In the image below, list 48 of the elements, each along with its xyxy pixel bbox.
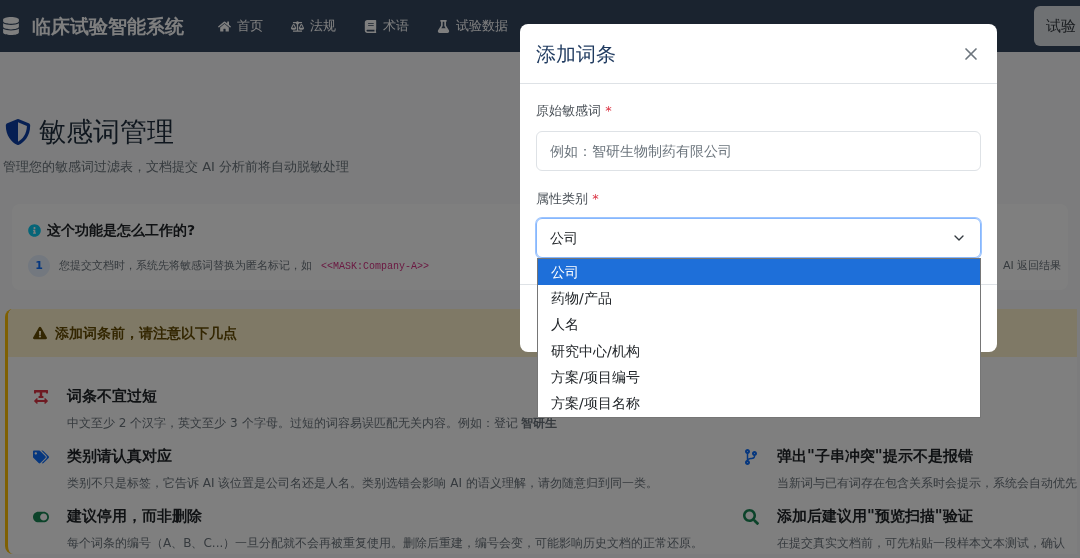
- dropdown-option[interactable]: 方案/项目名称: [538, 390, 980, 417]
- dropdown-option[interactable]: 研究中心/机构: [538, 337, 980, 365]
- nav-link[interactable]: 试验数据: [437, 16, 508, 36]
- step-text: AI 返回结果: [1003, 257, 1062, 274]
- mask-code: <<MASK:Company-A>>: [321, 259, 430, 274]
- input-field[interactable]: 例如：智研生物制药有限公司: [536, 130, 981, 171]
- tip-title: 添加后建议用"预览扫描"验证: [777, 506, 974, 527]
- nav-link[interactable]: 法规: [291, 16, 336, 36]
- nav-link[interactable]: 术语: [364, 16, 409, 36]
- trial-button[interactable]: 试验: [1034, 6, 1080, 46]
- branch-icon: [743, 449, 759, 465]
- info-icon: [28, 224, 41, 237]
- step-text: 您提交文档时，系统先将敏感词替换为匿名标记，如: [59, 257, 312, 274]
- select-field[interactable]: 公司: [536, 218, 981, 258]
- tip-title: 建议停用，而非删除: [67, 506, 203, 527]
- flask-icon: [437, 19, 450, 33]
- page-subtitle: 管理您的敏感词过滤表，文档提交 AI 分析前将自动脱敏处理: [3, 157, 350, 176]
- dropdown-option[interactable]: 公司: [538, 259, 980, 286]
- dropdown-option[interactable]: 方案/项目编号: [538, 364, 980, 391]
- info-title: 这个功能是怎么工作的?: [47, 221, 196, 240]
- tip-text: 类别不只是标签，它告诉 AI 该位置是公司名还是人名。类别选错会影响 AI 的语义理解，请勿随意归到同一类。: [67, 474, 658, 492]
- search-icon: [743, 509, 759, 525]
- tip-text: 中文至少 2 个汉字，英文至少 3 个字母。过短的词容易误匹配无关内容。例如：登记 智研生: [67, 414, 558, 432]
- database-icon: [2, 17, 20, 35]
- tip-text: 当新词与已有词存在包含关系时会提示，系统会自动优先: [777, 474, 1077, 492]
- tip-title: 弹出"子串冲突"提示不是报错: [777, 446, 974, 467]
- warning-icon: [33, 326, 47, 340]
- field-label: 原始敏感词 *: [536, 102, 613, 120]
- book-icon: [364, 19, 377, 33]
- modal-title: 添加词条: [536, 40, 616, 68]
- shield-icon: [5, 119, 31, 146]
- tip-title: 类别请认真对应: [67, 446, 173, 467]
- tip-title: 词条不宜过短: [67, 386, 158, 407]
- field-label: 属性类别 *: [536, 189, 600, 208]
- tip-text: 在提交真实文档前，可先粘贴一段样本文本测试，确认: [777, 534, 1065, 552]
- dropdown-option[interactable]: 药物/产品: [538, 285, 980, 312]
- page-title: 敏感词管理: [39, 115, 174, 149]
- step-number: 1: [28, 255, 50, 277]
- tags-icon: [33, 449, 49, 465]
- tip-text: 每个词条的编号（A、B、C...）一旦分配就不会再被重复使用。删除后重建，编号会变，可能影响历史文档的正常还原。: [67, 534, 704, 552]
- home-icon: [218, 19, 231, 33]
- text-width-icon: [33, 389, 49, 405]
- nav-link[interactable]: 首页: [218, 16, 263, 36]
- toggle-icon: [33, 509, 49, 525]
- brand-name[interactable]: 临床试验智能系统: [32, 11, 184, 41]
- dropdown-option[interactable]: 人名: [538, 311, 980, 338]
- scale-icon: [291, 19, 304, 33]
- warning-title: 添加词条前，请注意以下几点: [55, 323, 237, 343]
